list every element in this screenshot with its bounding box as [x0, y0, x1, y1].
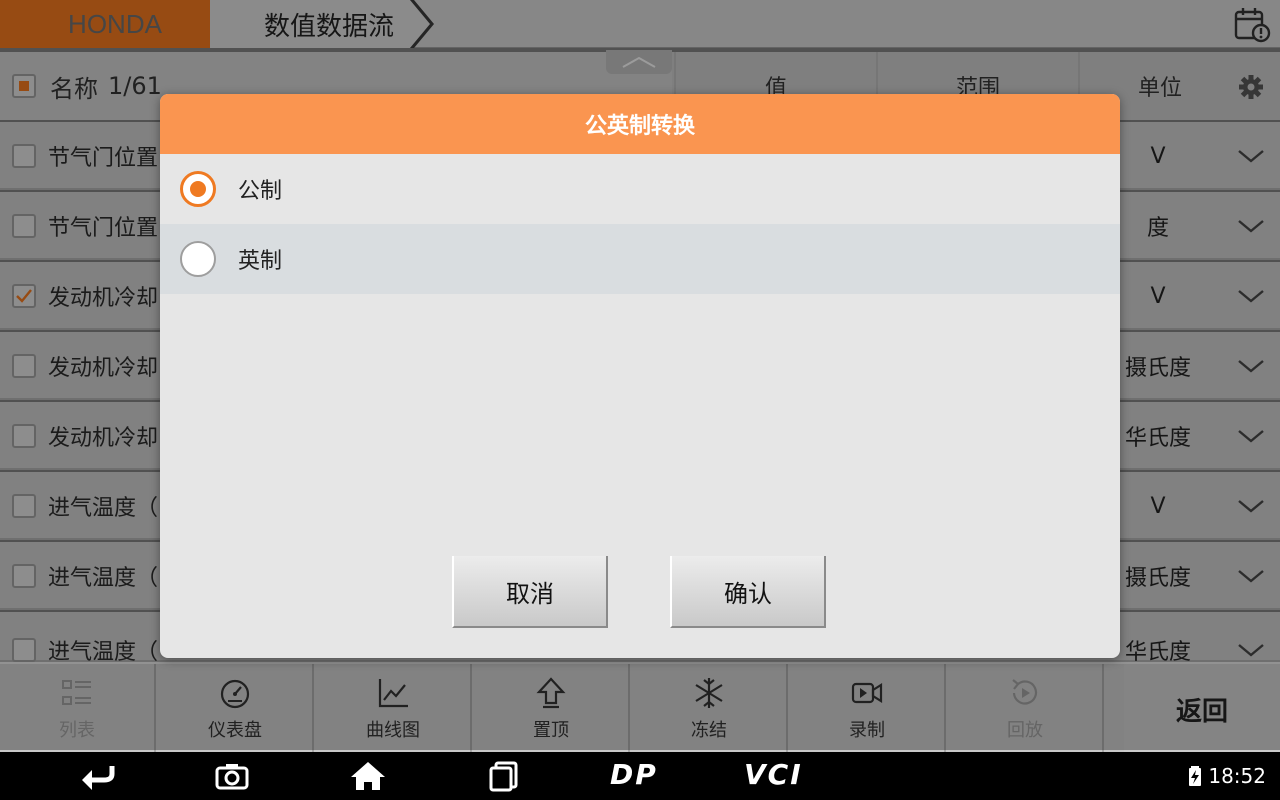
camera-icon[interactable]: [212, 760, 252, 792]
vci-button[interactable]: VCI: [744, 758, 803, 791]
system-nav-bar: DP VCI 18:52: [0, 752, 1280, 800]
unit-conversion-dialog: 公英制转换 公制 英制 取消 确认: [160, 94, 1120, 658]
option-metric[interactable]: 公制: [160, 154, 1120, 224]
dialog-title: 公英制转换: [160, 94, 1120, 154]
dp-button[interactable]: DP: [610, 758, 658, 791]
home-icon[interactable]: [348, 760, 388, 792]
clock: 18:52: [1208, 764, 1266, 788]
cancel-button[interactable]: 取消: [452, 556, 608, 628]
wifi-icon: [1162, 772, 1173, 783]
confirm-button[interactable]: 确认: [670, 556, 826, 628]
radio-selected[interactable]: [180, 171, 216, 207]
back-arrow-icon[interactable]: [78, 760, 118, 792]
option-metric-label: 公制: [238, 179, 283, 204]
option-imperial-label: 英制: [238, 249, 283, 274]
radio-unselected[interactable]: [180, 241, 216, 277]
battery-charging-icon: [1189, 766, 1202, 786]
status-area: 18:52: [1162, 764, 1266, 788]
option-imperial[interactable]: 英制: [160, 224, 1120, 294]
recent-apps-icon[interactable]: [484, 760, 524, 792]
